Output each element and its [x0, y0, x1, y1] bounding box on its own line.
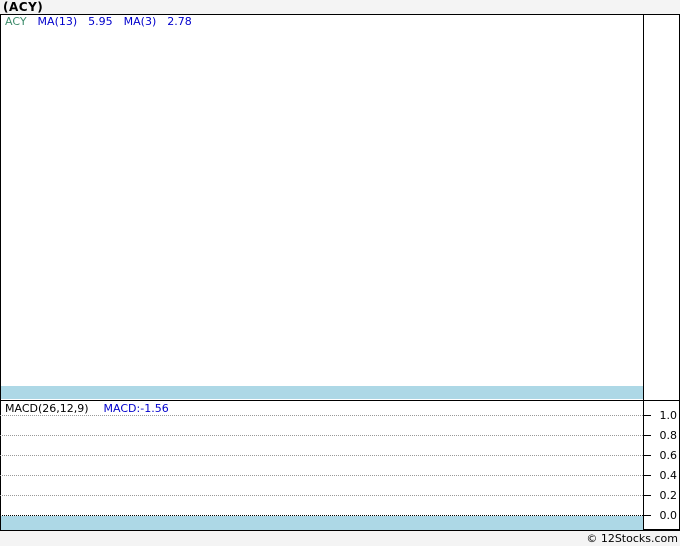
watermark-credit: © 12Stocks.com [586, 532, 678, 545]
y-axis-label: 0.0 [659, 509, 678, 522]
panel-divider-line [0, 400, 680, 401]
gridline-0.2 [0, 495, 643, 496]
y-axis-label: 0.2 [659, 489, 678, 502]
chart-frame [0, 14, 680, 531]
y-axis-line [643, 14, 644, 531]
macd-params-label: MACD(26,12,9) [5, 402, 89, 415]
gridline-0.8 [0, 435, 643, 436]
gridline-0.4 [0, 475, 643, 476]
y-axis-label: 0.8 [659, 429, 678, 442]
macd-panel-bottom-band [1, 516, 643, 530]
macd-panel-legend: MACD(26,12,9) MACD:-1.56 [5, 403, 169, 415]
gridline-0.6 [0, 455, 643, 456]
macd-value: MACD:-1.56 [103, 402, 169, 415]
main-panel-bottom-band [1, 386, 643, 399]
y-axis-label: 0.4 [659, 469, 678, 482]
ma13-value: 5.95 [88, 15, 113, 28]
stock-chart-page: { "header": { "title": "(ACY)" }, "main_… [0, 0, 680, 546]
page-title: (ACY) [3, 0, 44, 14]
gridline-zero [0, 515, 643, 516]
ma3-value: 2.78 [167, 15, 192, 28]
ma13-label: MA(13) [37, 15, 78, 28]
y-axis-label: 0.6 [659, 449, 678, 462]
ma3-label: MA(3) [123, 15, 157, 28]
price-panel-legend: ACY MA(13) 5.95 MA(3) 2.78 [5, 16, 192, 28]
ticker-symbol-label: ACY [5, 15, 27, 28]
gridline-1.0 [0, 415, 643, 416]
y-axis-label: 1.0 [659, 409, 678, 422]
